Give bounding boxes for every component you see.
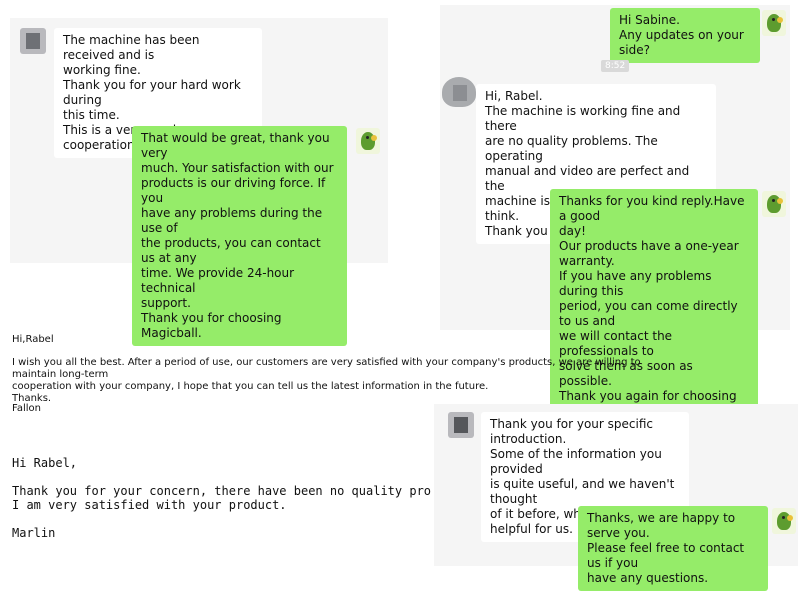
message-outgoing: Thanks, we are happy to serve you. Pleas…	[578, 506, 768, 591]
email-signature: Marlin	[12, 526, 56, 540]
email-2: Hi Rabel, Thank you for your concern, th…	[12, 456, 432, 556]
email-body-line: cooperation with your company, I hope th…	[12, 381, 489, 392]
contact-avatar[interactable]	[20, 28, 46, 54]
message-outgoing: That would be great, thank you very much…	[132, 126, 347, 346]
email-body: I wish you all the best. After a period …	[12, 357, 652, 405]
message-outgoing: Hi Sabine. Any updates on your side?	[610, 8, 760, 63]
email-greeting: Hi Rabel,	[12, 456, 78, 470]
chat-panel-1: The machine has been received and is wor…	[10, 18, 388, 346]
message-text: Hi Sabine. Any updates on your side?	[619, 13, 744, 57]
user-avatar[interactable]	[762, 10, 786, 36]
contact-avatar[interactable]	[442, 77, 476, 107]
email-body-line: I am very satisfied with your product.	[12, 498, 287, 512]
message-text: That would be great, thank you very much…	[141, 131, 334, 340]
email-signature: Fallon	[12, 403, 41, 414]
email-greeting: Hi,Rabel	[12, 334, 54, 345]
message-text: Thanks, we are happy to serve you. Pleas…	[587, 511, 745, 585]
chat-panel-2: Hi Sabine. Any updates on your side? 8:5…	[440, 5, 790, 424]
user-avatar[interactable]	[772, 508, 796, 534]
contact-avatar[interactable]	[448, 412, 474, 438]
message-timestamp: 8:52	[601, 60, 630, 72]
user-avatar[interactable]	[356, 128, 380, 154]
email-body-line: I wish you all the best. After a period …	[12, 357, 641, 380]
chat-panel-3: Thank you for your specific introduction…	[434, 404, 798, 591]
email-body-line: Thank you for your concern, there have b…	[12, 484, 432, 498]
user-avatar[interactable]	[762, 191, 786, 217]
